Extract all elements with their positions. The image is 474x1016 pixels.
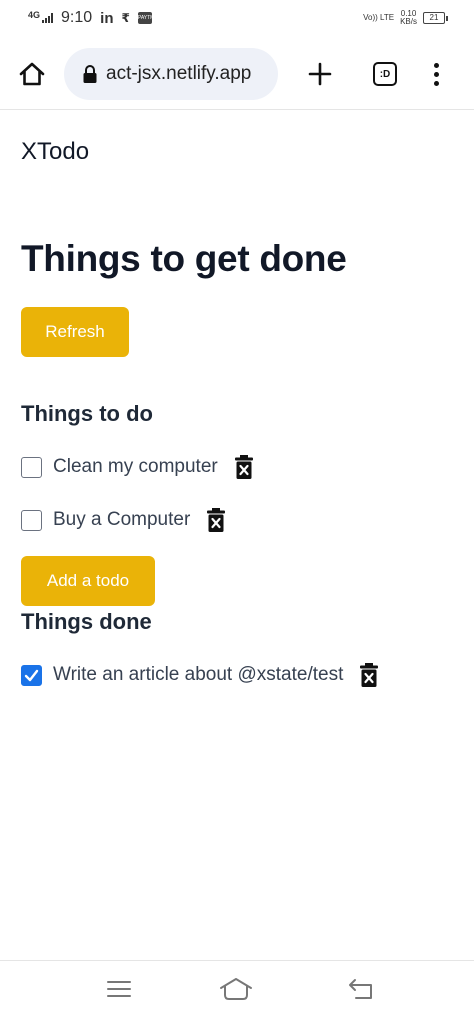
todo-checkbox[interactable] (21, 456, 42, 478)
todo-item: Buy a Computer (21, 505, 226, 535)
system-home-button[interactable] (219, 975, 253, 1003)
home-icon (19, 62, 45, 86)
checkmark-icon (24, 669, 39, 681)
page-title: Things to get done (21, 238, 347, 279)
done-heading: Things done (21, 609, 152, 634)
more-vert-icon (433, 62, 439, 68)
payment-notification-icon: ₹ (121, 11, 130, 25)
nav-home-icon (220, 978, 252, 1000)
status-right: Vo)) LTE 0.10 KB/s 21 (363, 10, 448, 26)
paytm-notification-icon: PAYTM (137, 12, 154, 24)
recents-button[interactable] (102, 975, 136, 1003)
status-bar: 4G 9:10 in ₹ PAYTM Vo)) LTE 0.10 KB/s 21 (0, 0, 474, 36)
battery-level: 21 (423, 12, 445, 24)
more-menu-button[interactable] (420, 56, 452, 92)
menu-lines-icon (107, 981, 131, 997)
more-vert-icon (433, 71, 439, 77)
todo-item: Clean my computer (21, 452, 254, 482)
trash-icon[interactable] (206, 507, 226, 533)
plus-icon (308, 62, 332, 86)
done-item: Write an article about @xstate/test (21, 660, 379, 690)
signal-icon (42, 13, 54, 23)
data-speed-unit: KB/s (400, 17, 417, 26)
trash-icon[interactable] (359, 662, 379, 688)
browser-toolbar: act-jsx.netlify.app :D (0, 40, 474, 110)
linkedin-notification-icon: in (100, 9, 114, 27)
lock-icon (83, 65, 97, 83)
done-label: Write an article about @xstate/test (53, 664, 344, 685)
new-tab-button[interactable] (302, 56, 338, 92)
home-button[interactable] (14, 56, 50, 92)
todo-checkbox[interactable] (21, 509, 42, 531)
refresh-button[interactable]: Refresh (21, 307, 129, 357)
todo-label: Clean my computer (53, 456, 218, 477)
network-type: 4G (28, 9, 41, 20)
done-checkbox[interactable] (21, 664, 42, 686)
add-todo-button[interactable]: Add a todo (21, 556, 155, 606)
todo-heading: Things to do (21, 401, 153, 426)
status-left: 4G 9:10 in ₹ PAYTM (28, 9, 154, 27)
volte-indicator: Vo)) LTE (363, 14, 394, 22)
tab-switcher-button[interactable]: :D (367, 56, 403, 92)
clock: 9:10 (61, 9, 93, 26)
tab-switcher-icon: :D (373, 62, 397, 86)
system-nav-bar (0, 960, 474, 1016)
url-bar[interactable]: act-jsx.netlify.app (64, 48, 278, 100)
brand-name: XTodo (21, 138, 90, 165)
volte-text: Vo)) LTE (363, 13, 395, 22)
todo-label: Buy a Computer (53, 509, 191, 530)
back-button[interactable] (344, 975, 378, 1003)
trash-icon[interactable] (234, 454, 254, 480)
more-vert-icon (433, 80, 439, 86)
url-text: act-jsx.netlify.app (106, 63, 252, 84)
nav-back-icon (349, 979, 372, 999)
battery-tip (446, 15, 448, 21)
data-speed: 0.10 KB/s (400, 10, 417, 26)
battery-icon: 21 (423, 12, 448, 24)
